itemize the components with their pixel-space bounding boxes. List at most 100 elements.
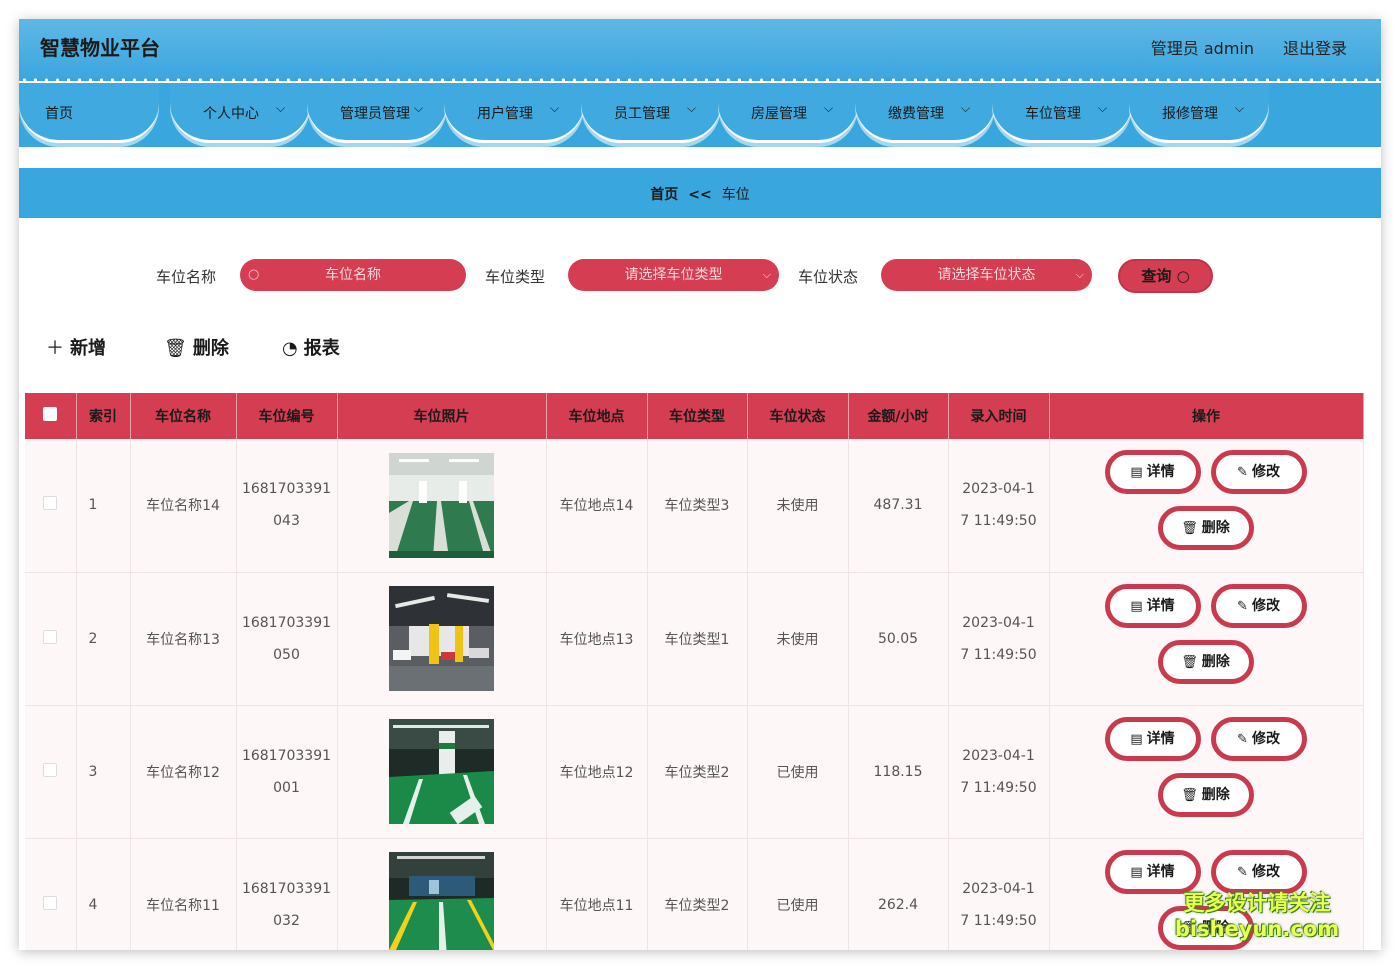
cell-code: 1681703391 050 — [236, 572, 338, 706]
detail-button[interactable]: ▤ 详情 — [1104, 716, 1201, 761]
type-select[interactable]: 请选择车位类型 ⌵ — [568, 259, 779, 291]
nav-item-repair-management[interactable]: 报修管理 ⌵ — [1129, 83, 1269, 143]
cell-index: 3 — [76, 705, 131, 839]
type-select-placeholder: 请选择车位类型 — [624, 267, 723, 283]
logout-link[interactable]: 退出登录 — [1283, 35, 1347, 59]
row-checkbox[interactable] — [25, 838, 77, 950]
chevron-down-icon: ⌵ — [1098, 101, 1108, 115]
parking-photo[interactable] — [389, 852, 494, 950]
col-photo-header: 车位照片 — [337, 393, 547, 439]
select-all-checkbox[interactable] — [25, 393, 77, 439]
cell-name: 车位名称12 — [130, 705, 237, 839]
nav-item-home[interactable]: 首页 — [19, 83, 159, 143]
name-search-input[interactable]: ○ 车位名称 — [240, 259, 466, 291]
nav-item-fee-management[interactable]: 缴费管理 ⌵ — [855, 83, 995, 143]
pencil-icon: ✎ — [1237, 598, 1248, 614]
row-checkbox[interactable] — [25, 572, 77, 706]
code-line: 1681703391 — [241, 481, 332, 498]
batch-delete-button[interactable]: 🗑 删除 — [164, 334, 229, 360]
nav-item-label: 报修管理 — [1162, 106, 1218, 122]
cell-time: 2023-04-1 7 11:49:50 — [948, 838, 1050, 950]
time-line: 2023-04-1 — [962, 747, 1035, 764]
cell-time: 2023-04-1 7 11:49:50 — [948, 572, 1050, 706]
plus-icon: ＋ — [46, 338, 64, 359]
cell-ops: ▤ 详情 ✎ 修改 🗑 删除 — [1049, 572, 1364, 706]
cell-time: 2023-04-1 7 11:49:50 — [948, 439, 1050, 573]
nav-item-parking-management[interactable]: 车位管理 ⌵ — [992, 83, 1132, 143]
document-icon: ▤ — [1130, 864, 1143, 880]
nav-item-label: 缴费管理 — [888, 106, 944, 122]
cell-code: 1681703391 032 — [236, 838, 338, 950]
nav-item-label: 管理员管理 — [340, 106, 410, 122]
status-filter-label: 车位状态 — [798, 268, 859, 286]
parking-photo[interactable] — [389, 452, 494, 558]
edit-label: 修改 — [1251, 863, 1280, 880]
col-name-header: 车位名称 — [130, 393, 237, 439]
table-row: 3 车位名称12 1681703391 001 车位地点12 车位类型2 已使用… — [25, 705, 1364, 839]
nav-gap — [19, 147, 1381, 168]
status-select-placeholder: 请选择车位状态 — [937, 267, 1036, 283]
edit-button[interactable]: ✎ 修改 — [1210, 716, 1307, 761]
parking-photo[interactable] — [389, 586, 494, 691]
admin-label: 管理员 admin — [1150, 39, 1254, 58]
delete-button[interactable]: 🗑 删除 — [1157, 639, 1254, 684]
parking-photo[interactable] — [389, 719, 494, 824]
query-button[interactable]: 查询 ○ — [1118, 259, 1213, 293]
nav-item-staff-management[interactable]: 员工管理 ⌵ — [581, 83, 721, 143]
document-icon: ▤ — [1130, 731, 1143, 747]
cell-index: 2 — [76, 572, 131, 706]
status-select[interactable]: 请选择车位状态 ⌵ — [881, 259, 1092, 291]
chevron-down-icon: ⌵ — [550, 101, 560, 115]
cell-status: 已使用 — [747, 838, 849, 950]
col-code-header: 车位编号 — [236, 393, 338, 439]
breadcrumb: 首页 << 车位 — [19, 168, 1381, 218]
time-line: 7 11:49:50 — [960, 779, 1037, 796]
chevron-down-icon: ⌵ — [961, 101, 971, 115]
row-checkbox[interactable] — [25, 439, 77, 573]
report-button[interactable]: ◔ 报表 — [282, 334, 340, 360]
nav-item-admin-management[interactable]: 管理员管理 ⌵ — [307, 83, 447, 143]
code-line: 050 — [273, 646, 300, 663]
edit-button[interactable]: ✎ 修改 — [1210, 450, 1307, 495]
detail-label: 详情 — [1146, 597, 1175, 614]
delete-button[interactable]: 🗑 删除 — [1157, 772, 1254, 817]
watermark-line1: 更多设计请关注 — [1183, 891, 1331, 915]
cell-location: 车位地点12 — [546, 705, 648, 839]
add-label: 新增 — [70, 338, 106, 359]
code-line: 043 — [273, 513, 300, 530]
time-line: 2023-04-1 — [962, 614, 1035, 631]
cell-price: 487.31 — [848, 439, 949, 573]
detail-button[interactable]: ▤ 详情 — [1104, 450, 1201, 495]
delete-button[interactable]: 🗑 删除 — [1157, 506, 1254, 551]
add-button[interactable]: ＋ 新增 — [46, 334, 106, 360]
breadcrumb-home[interactable]: 首页 — [650, 187, 678, 203]
nav-item-house-management[interactable]: 房屋管理 ⌵ — [718, 83, 858, 143]
detail-button[interactable]: ▤ 详情 — [1104, 849, 1201, 894]
nav-item-label: 车位管理 — [1025, 106, 1081, 122]
chevron-down-icon: ⌵ — [687, 101, 697, 115]
table-row: 4 车位名称11 1681703391 032 车位地点11 车位类型2 已使用… — [25, 838, 1364, 950]
app-window: 智慧物业平台 管理员 admin 退出登录 首页 个人中心 ⌵ 管理员管理 ⌵ … — [19, 19, 1381, 950]
col-index-header: 索引 — [76, 393, 131, 439]
chevron-down-icon: ⌵ — [824, 101, 834, 115]
chevron-down-icon: ⌵ — [1075, 268, 1084, 281]
cell-name: 车位名称13 — [130, 572, 237, 706]
detail-label: 详情 — [1146, 730, 1175, 747]
pencil-icon: ✎ — [1237, 864, 1248, 880]
row-checkbox[interactable] — [25, 705, 77, 839]
cell-status: 已使用 — [747, 705, 849, 839]
detail-button[interactable]: ▤ 详情 — [1104, 583, 1201, 628]
delete-label: 删除 — [1201, 520, 1230, 537]
time-line: 7 11:49:50 — [960, 912, 1037, 929]
cell-photo — [337, 838, 547, 950]
nav-item-personal-center[interactable]: 个人中心 ⌵ — [170, 83, 310, 143]
main-nav: 首页 个人中心 ⌵ 管理员管理 ⌵ 用户管理 ⌵ 员工管理 ⌵ 房屋管理 ⌵ 缴… — [19, 83, 1381, 147]
edit-label: 修改 — [1251, 464, 1280, 481]
nav-item-user-management[interactable]: 用户管理 ⌵ — [444, 83, 584, 143]
edit-button[interactable]: ✎ 修改 — [1210, 583, 1307, 628]
cell-location: 车位地点14 — [546, 439, 648, 573]
cell-ops: ▤ 详情 ✎ 修改 🗑 删除 — [1049, 439, 1364, 573]
edit-button[interactable]: ✎ 修改 — [1210, 849, 1307, 894]
code-line: 1681703391 — [241, 747, 332, 764]
table-row: 2 车位名称13 1681703391 050 车位地点13 车位类型1 未使用… — [25, 572, 1364, 706]
